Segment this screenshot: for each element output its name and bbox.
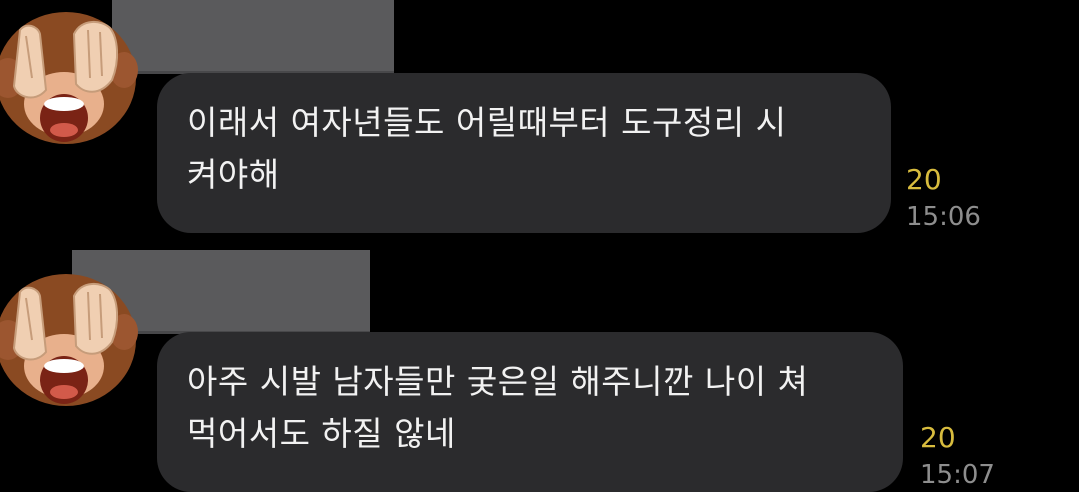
message-text-line: 먹어서도 하질 않네 [187,414,456,453]
see-no-evil-monkey-icon[interactable] [0,262,146,422]
message-text-line: 아주 시발 남자들만 궂은일 해주니깐 나이 쳐 [187,362,809,401]
sender-name-redacted [112,0,394,74]
message-time: 15:06 [906,202,981,232]
message-bubble[interactable]: 이래서 여자년들도 어릴때부터 도구정리 시 켜야해 [157,73,891,233]
unread-count: 20 [920,421,956,454]
message-text-line: 켜야해 [187,155,280,194]
message-meta: 20 15:06 [906,162,981,236]
message-bubble[interactable]: 아주 시발 남자들만 궂은일 해주니깐 나이 쳐 먹어서도 하질 않네 [157,332,903,492]
chat-message: 이래서 여자년들도 어릴때부터 도구정리 시 켜야해 20 15:06 [0,0,1079,240]
message-meta: 20 15:07 [920,420,995,492]
see-no-evil-monkey-icon[interactable] [0,0,146,160]
chat-message: 아주 시발 남자들만 궂은일 해주니깐 나이 쳐 먹어서도 하질 않네 20 1… [0,250,1079,492]
unread-count: 20 [906,163,942,196]
message-text-line: 이래서 여자년들도 어릴때부터 도구정리 시 [187,103,787,142]
message-time: 15:07 [920,460,995,490]
